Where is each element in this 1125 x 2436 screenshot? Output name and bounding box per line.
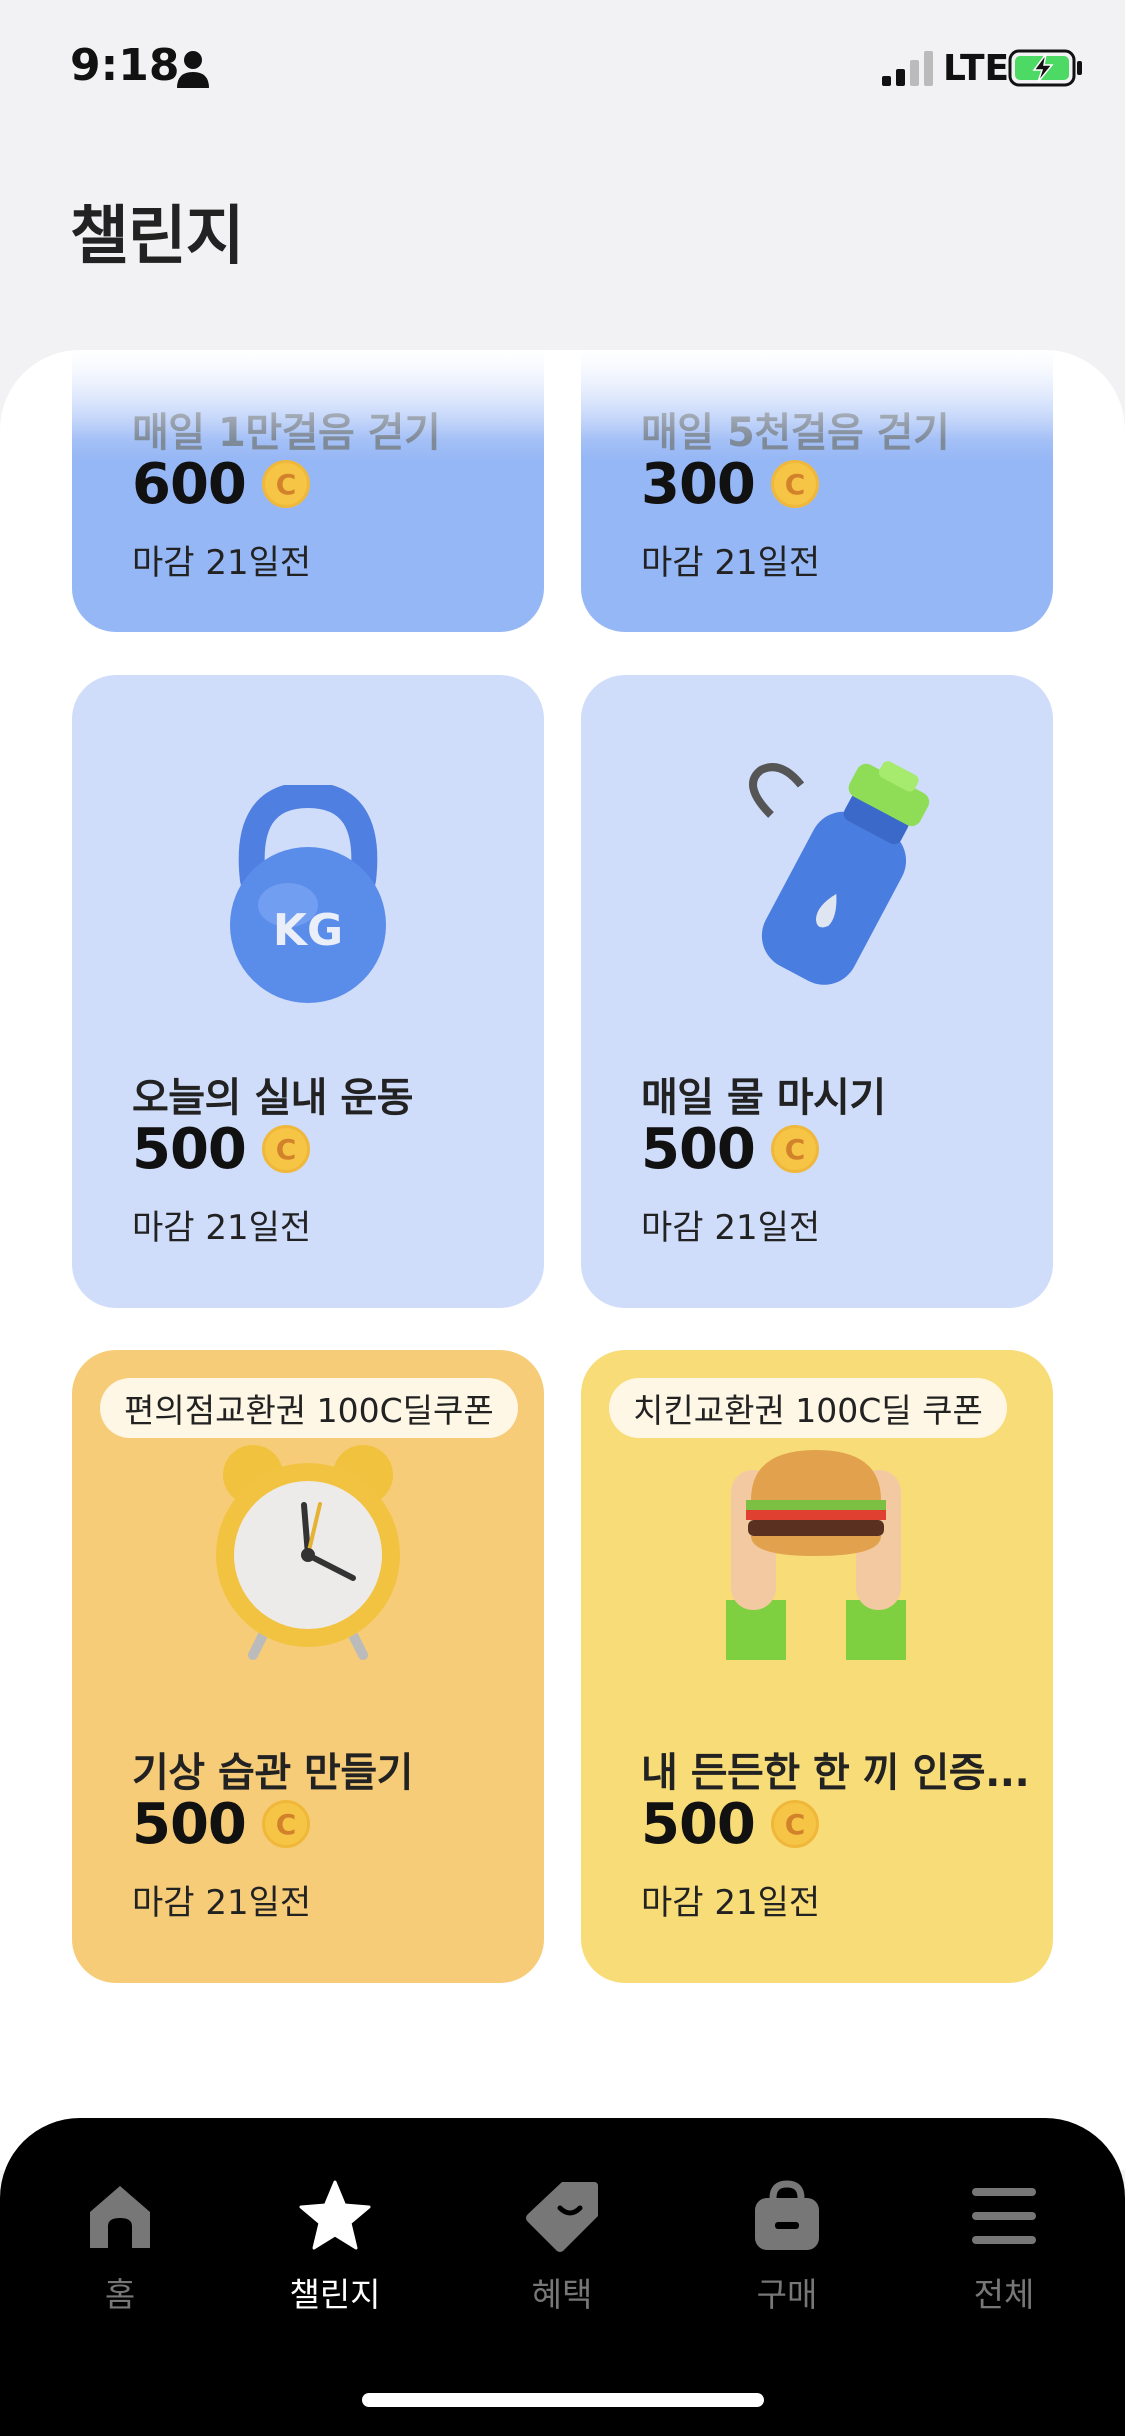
coin-icon: C xyxy=(771,460,819,508)
star-icon xyxy=(299,2180,371,2250)
challenge-deadline: 마감 21일전 xyxy=(641,1208,821,1248)
coupon-badge: 편의점교환권 100C딜쿠폰 xyxy=(100,1378,518,1438)
challenge-points: 500 xyxy=(641,1792,756,1857)
nav-item-benefits[interactable]: 혜택 xyxy=(482,2178,642,2316)
challenge-points: 600 xyxy=(132,452,247,517)
status-time: 9:18 xyxy=(70,40,180,91)
kettlebell-illustration: KG xyxy=(230,785,386,1003)
nav-item-all[interactable]: 전체 xyxy=(924,2178,1084,2316)
person-icon xyxy=(177,51,209,88)
challenge-list: 매일 1만걸음 걷기 600 C 마감 21일전 매일 5천걸음 걷기 300 … xyxy=(0,350,1125,2170)
challenge-points: 500 xyxy=(641,1117,756,1182)
challenge-card[interactable]: 편의점교환권 100C딜쿠폰 기상 습관 만들기 500 C 마감 21일전 xyxy=(72,1350,544,1983)
challenge-points: 500 xyxy=(132,1117,247,1182)
challenge-deadline: 마감 21일전 xyxy=(132,1208,312,1248)
challenge-deadline: 마감 21일전 xyxy=(132,543,312,583)
home-icon xyxy=(90,2186,150,2248)
challenge-title: 기상 습관 만들기 xyxy=(132,1750,413,1796)
alarm-clock-illustration xyxy=(216,1445,400,1660)
bottom-nav: 홈 챌린지 혜택 구매 전체 xyxy=(0,2118,1125,2436)
challenge-points: 500 xyxy=(132,1792,247,1857)
challenge-card[interactable]: 매일 물 마시기 500 C 마감 21일전 xyxy=(581,675,1053,1308)
page-title: 챌린지 xyxy=(70,200,245,274)
coin-icon: C xyxy=(262,460,310,508)
coin-icon: C xyxy=(771,1800,819,1848)
network-type: LTE xyxy=(943,48,1010,89)
nav-item-challenge[interactable]: 챌린지 xyxy=(255,2178,415,2316)
challenge-title: 내 든든한 한 끼 인증... xyxy=(641,1750,1030,1796)
signal-icon xyxy=(882,51,933,86)
coin-icon: C xyxy=(771,1125,819,1173)
coupon-badge: 치킨교환권 100C딜 쿠폰 xyxy=(609,1378,1007,1438)
tag-icon xyxy=(526,2182,598,2252)
challenge-deadline: 마감 21일전 xyxy=(641,543,821,583)
nav-label: 전체 xyxy=(973,2275,1035,2314)
kettlebell-label: KG xyxy=(273,905,343,956)
challenge-deadline: 마감 21일전 xyxy=(132,1883,312,1923)
challenge-points: 300 xyxy=(641,452,756,517)
menu-icon xyxy=(972,2188,1036,2244)
challenge-title: 매일 물 마시기 xyxy=(641,1075,886,1121)
battery-charging-icon xyxy=(1008,49,1082,87)
challenge-title: 오늘의 실내 운동 xyxy=(132,1075,413,1121)
nav-label: 홈 xyxy=(104,2275,136,2314)
coin-icon: C xyxy=(262,1800,310,1848)
challenge-deadline: 마감 21일전 xyxy=(641,1883,821,1923)
status-bar: 9:18 LTE xyxy=(0,0,1125,140)
coin-icon: C xyxy=(262,1125,310,1173)
burger-illustration xyxy=(726,1450,906,1660)
shopping-bag-icon xyxy=(755,2180,819,2250)
nav-label: 챌린지 xyxy=(289,2275,381,2314)
nav-label: 구매 xyxy=(756,2275,818,2314)
nav-label: 혜택 xyxy=(531,2275,593,2314)
challenge-card[interactable]: 치킨교환권 100C딜 쿠폰 내 든든한 한 끼 인증... 500 C 마감 … xyxy=(581,1350,1053,1983)
nav-item-purchase[interactable]: 구매 xyxy=(707,2178,867,2316)
water-bottle-illustration xyxy=(749,761,930,985)
home-indicator xyxy=(362,2393,764,2407)
challenge-card[interactable]: KG 오늘의 실내 운동 500 C 마감 21일전 xyxy=(72,675,544,1308)
nav-item-home[interactable]: 홈 xyxy=(40,2178,200,2316)
